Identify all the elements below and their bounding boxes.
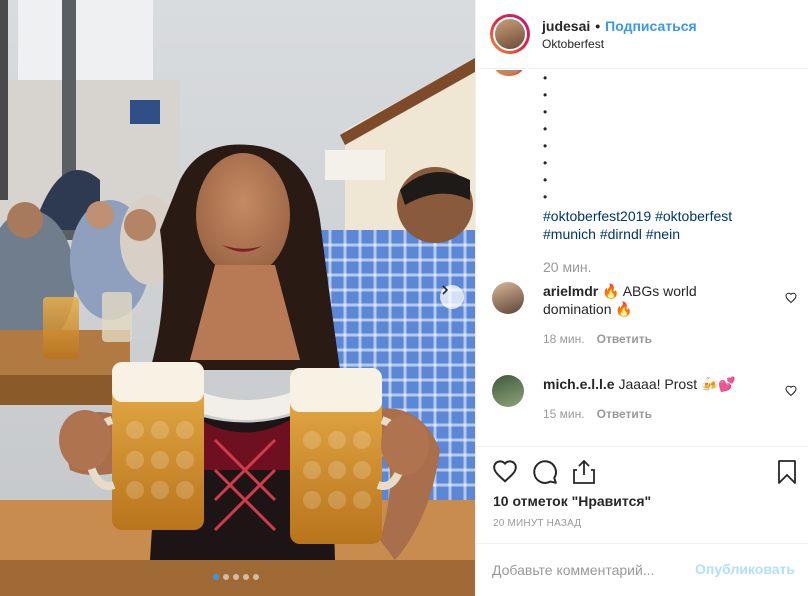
share-icon[interactable] <box>572 459 596 485</box>
carousel-dot <box>243 574 249 580</box>
chevron-right-icon <box>442 285 449 295</box>
caption-time: 20 мин. <box>543 259 592 275</box>
carousel-dot <box>233 574 239 580</box>
caption-bullets: • • • • • • • • <box>543 70 547 206</box>
location-link[interactable]: Oktoberfest <box>542 37 697 51</box>
comment-body: arielmdr 🔥 ABGs world domination 🔥 <box>543 282 763 318</box>
commenter-username[interactable]: mich.e.l.l.e <box>543 376 615 392</box>
carousel-dot <box>223 574 229 580</box>
comment-text: Jaaaa! Prost 🍻💕 <box>618 376 736 392</box>
carousel-dot <box>253 574 259 580</box>
caption-bullet: • <box>543 71 548 85</box>
caption-bullet: • <box>543 122 548 136</box>
comment-meta: 18 мин. Ответить <box>543 332 792 346</box>
separator-dot: • <box>595 17 601 34</box>
profile-avatar[interactable] <box>490 14 530 54</box>
header-text: judesai • Подписаться Oktoberfest <box>542 18 697 51</box>
heart-icon[interactable] <box>492 459 518 483</box>
next-image-button[interactable] <box>440 285 464 309</box>
commenter-avatar[interactable] <box>492 282 524 314</box>
add-comment-bar: Опубликовать <box>476 543 808 596</box>
comment-input[interactable] <box>492 562 692 578</box>
username-link[interactable]: judesai <box>542 18 590 34</box>
comment-icon[interactable] <box>532 459 558 485</box>
caption-bullet: • <box>543 139 548 153</box>
publish-button[interactable]: Опубликовать <box>695 561 795 577</box>
comment-item: arielmdr 🔥 ABGs world domination 🔥 18 ми… <box>492 282 797 346</box>
caption-bullet: • <box>543 88 548 102</box>
post-actions: 10 отметок "Нравится" 20 МИНУТ НАЗАД <box>476 446 808 543</box>
comment-meta: 15 мин. Ответить <box>543 407 792 421</box>
action-icons <box>492 459 797 487</box>
likes-count[interactable]: 10 отметок "Нравится" <box>493 493 651 509</box>
carousel-indicator <box>213 574 259 580</box>
reply-button[interactable]: Ответить <box>597 407 652 421</box>
follow-button[interactable]: Подписаться <box>605 18 697 34</box>
caption-bullet: • <box>543 173 548 187</box>
caption-bullet: • <box>543 156 548 170</box>
comments-section[interactable]: • • • • • • • • #oktoberfest2019 #oktobe… <box>476 70 808 446</box>
hashtag-link[interactable]: #oktoberfest <box>655 208 732 224</box>
hashtag-link[interactable]: #dirndl <box>600 226 642 242</box>
comment-item: mich.e.l.l.e Jaaaa! Prost 🍻💕 15 мин. Отв… <box>492 375 797 421</box>
post-side-panel: judesai • Подписаться Oktoberfest • • • … <box>475 0 808 596</box>
caption-avatar[interactable] <box>492 70 526 76</box>
hashtag-link[interactable]: #nein <box>646 226 680 242</box>
avatar-image <box>493 17 527 51</box>
hashtag-link[interactable]: #munich <box>543 226 596 242</box>
hashtag-link[interactable]: #oktoberfest2019 <box>543 208 651 224</box>
comment-body: mich.e.l.l.e Jaaaa! Prost 🍻💕 <box>543 375 763 393</box>
heart-icon[interactable] <box>785 292 797 304</box>
caption-bullet: • <box>543 105 548 119</box>
comment-time[interactable]: 15 мин. <box>543 407 585 421</box>
post-header: judesai • Подписаться Oktoberfest <box>476 0 808 69</box>
post-timestamp[interactable]: 20 МИНУТ НАЗАД <box>493 518 581 529</box>
post-photo[interactable] <box>0 0 475 596</box>
bookmark-icon[interactable] <box>777 459 797 485</box>
photo-illustration <box>0 0 475 596</box>
caption-bullet: • <box>543 190 548 204</box>
header-line: judesai • Подписаться <box>542 18 697 34</box>
commenter-avatar[interactable] <box>492 375 524 407</box>
reply-button[interactable]: Ответить <box>597 332 652 346</box>
commenter-username[interactable]: arielmdr <box>543 283 598 299</box>
caption-hashtags: #oktoberfest2019 #oktoberfest #munich #d… <box>543 207 783 243</box>
heart-icon[interactable] <box>785 385 797 397</box>
comment-time[interactable]: 18 мин. <box>543 332 585 346</box>
carousel-dot <box>213 574 219 580</box>
